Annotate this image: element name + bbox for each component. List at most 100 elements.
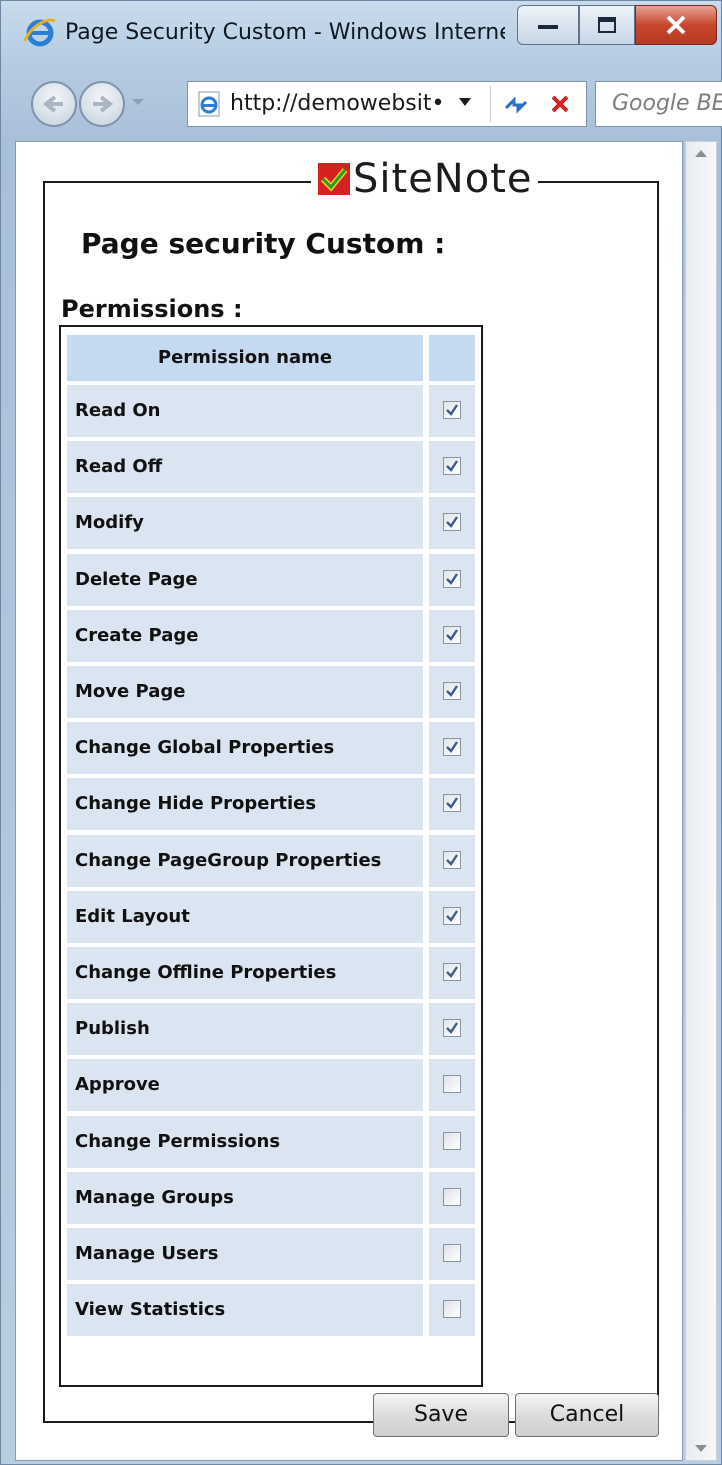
ie-page-icon [196, 90, 224, 118]
table-row: Change PageGroup Properties [67, 834, 475, 887]
checkmark-icon [446, 460, 458, 473]
browser-window: Page Security Custom - Windows Interne..… [0, 0, 722, 1465]
cancel-button[interactable]: Cancel [515, 1393, 659, 1437]
table-row: Move Page [67, 666, 475, 718]
permission-name: Modify [67, 497, 423, 550]
permissions-table: Permission name Read On Read Off Modify Del… [59, 325, 483, 1387]
table-row: Change Global Properties [67, 722, 475, 775]
permission-checkbox-cell [429, 1284, 475, 1337]
permission-checkbox[interactable] [443, 625, 461, 644]
minimize-button[interactable] [517, 5, 579, 45]
permission-checkbox[interactable] [443, 1187, 461, 1206]
permission-name: Change Global Properties [67, 722, 423, 775]
table-row: Change Permissions [67, 1115, 475, 1168]
checkmark-icon [446, 572, 458, 585]
permission-checkbox-cell [429, 1228, 475, 1280]
table-row: Manage Users [67, 1228, 475, 1280]
permission-checkbox-cell [429, 385, 475, 437]
permission-checkbox-cell [429, 834, 475, 887]
permission-checkbox[interactable] [443, 794, 461, 813]
logo-text: SiteNote [353, 156, 533, 202]
stop-button[interactable] [540, 88, 580, 122]
permission-checkbox[interactable] [443, 906, 461, 925]
refresh-button[interactable] [496, 88, 536, 122]
forward-arrow-icon [93, 95, 113, 113]
permission-checkbox[interactable] [443, 1300, 461, 1319]
scroll-up-icon[interactable] [694, 148, 708, 158]
checkmark-icon [446, 629, 458, 641]
permission-checkbox-cell [429, 666, 475, 718]
address-bar[interactable]: http://demowebsit• [187, 81, 587, 127]
permission-checkbox[interactable] [443, 850, 461, 869]
checkmark-icon [446, 853, 458, 866]
permission-checkbox[interactable] [443, 513, 461, 532]
chevron-down-icon[interactable] [131, 97, 145, 107]
permission-checkbox-cell [429, 1003, 475, 1056]
permission-checkbox-cell [429, 553, 475, 606]
back-arrow-icon [43, 95, 63, 113]
permission-checkbox-cell [429, 1171, 475, 1224]
permission-name: Manage Users [67, 1228, 423, 1280]
permission-checkbox[interactable] [443, 401, 461, 419]
table-row: Change Hide Properties [67, 778, 475, 831]
table-row: Create Page [67, 609, 475, 662]
permission-name: Read On [67, 385, 423, 437]
permission-checkbox[interactable] [443, 569, 461, 588]
permission-name: Change PageGroup Properties [67, 834, 423, 887]
scroll-down-icon[interactable] [694, 1444, 708, 1454]
page-title: Page security Custom : [81, 227, 446, 260]
permission-checkbox[interactable] [443, 1131, 461, 1150]
permission-checkbox-cell [429, 778, 475, 831]
close-icon [666, 15, 686, 35]
checkmark-icon [446, 966, 458, 978]
permission-checkbox[interactable] [443, 1244, 461, 1262]
column-header-check [429, 335, 475, 381]
permission-name: Edit Layout [67, 890, 423, 943]
permission-name: View Statistics [67, 1284, 423, 1337]
stop-icon [551, 95, 569, 113]
table-row: Manage Groups [67, 1171, 475, 1224]
permission-checkbox[interactable] [443, 682, 461, 700]
permission-checkbox-cell [429, 947, 475, 999]
search-input[interactable]: Google BE [595, 81, 722, 127]
table-row: Edit Layout [67, 890, 475, 943]
checkmark-icon [446, 910, 458, 922]
chevron-down-icon[interactable] [458, 97, 472, 107]
ie-icon [23, 15, 57, 49]
table-row: Delete Page [67, 553, 475, 606]
column-header-permission-name: Permission name [67, 335, 423, 381]
back-button[interactable] [31, 81, 77, 127]
checkmark-icon [446, 685, 458, 697]
close-button[interactable] [635, 5, 717, 45]
checkmark-icon [446, 741, 458, 754]
refresh-icon [504, 96, 528, 114]
permission-name: Approve [67, 1059, 423, 1112]
permission-checkbox[interactable] [443, 1075, 461, 1094]
permission-checkbox-cell [429, 890, 475, 943]
table-row: Approve [67, 1059, 475, 1112]
permission-checkbox[interactable] [443, 1019, 461, 1038]
table-row: Publish [67, 1003, 475, 1056]
permission-checkbox[interactable] [443, 963, 461, 981]
table-row: View Statistics [67, 1284, 475, 1337]
forward-button[interactable] [79, 81, 125, 127]
table-row: Read On [67, 385, 475, 437]
checkmark-icon [446, 1022, 458, 1035]
sitenote-logo: SiteNote [311, 151, 539, 207]
permission-checkbox-cell [429, 722, 475, 775]
save-button[interactable]: Save [373, 1393, 509, 1437]
permission-name: Change Permissions [67, 1115, 423, 1168]
permission-name: Manage Groups [67, 1171, 423, 1224]
table-row: Read Off [67, 441, 475, 494]
checkmark-icon [446, 516, 458, 529]
permission-name: Create Page [67, 609, 423, 662]
permission-checkbox[interactable] [443, 457, 461, 476]
permission-checkbox[interactable] [443, 738, 461, 757]
permission-checkbox-cell [429, 1059, 475, 1112]
maximize-button[interactable] [579, 5, 635, 45]
minimize-icon [538, 25, 558, 29]
navigation-bar: http://demowebsit• Google BE [1, 75, 722, 137]
sitenote-check-icon [318, 163, 350, 195]
vertical-scrollbar[interactable] [685, 141, 717, 1461]
address-input[interactable]: http://demowebsit• [230, 82, 454, 126]
